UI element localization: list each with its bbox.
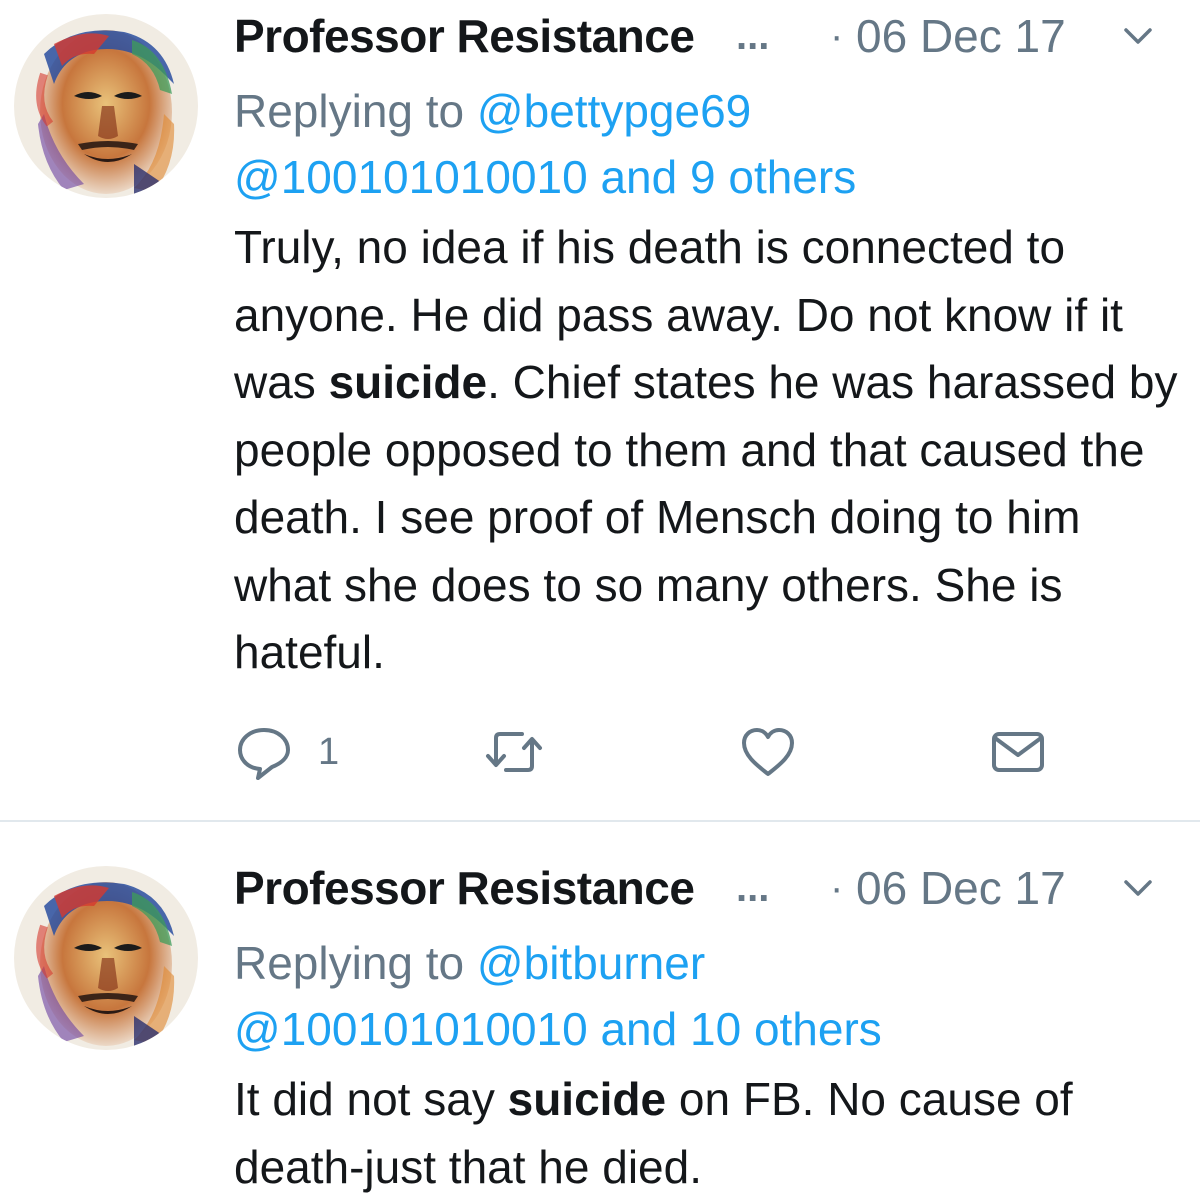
chevron-down-icon[interactable] <box>1122 876 1154 900</box>
name-truncation: ... <box>736 14 770 58</box>
retweet-icon <box>482 722 546 782</box>
mention-others-link[interactable]: @100101010010 and 10 others <box>234 1003 882 1055</box>
chevron-down-icon[interactable] <box>1122 24 1154 48</box>
name-truncation: ... <box>736 866 770 910</box>
reply-count: 1 <box>318 731 340 773</box>
direct-message-button[interactable] <box>988 722 1048 782</box>
tweet-text: It did not say suicide on FB. No cause o… <box>234 1066 1184 1200</box>
separator-dot: · <box>830 866 844 910</box>
envelope-icon <box>988 722 1048 782</box>
heart-icon <box>738 722 798 782</box>
like-button[interactable] <box>738 722 798 782</box>
replying-to-others: @100101010010 and 9 others <box>234 144 856 210</box>
tweet-header: Professor Resistance ... · 06 Dec 17 <box>234 8 1174 64</box>
tweet-text: Truly, no idea if his death is connected… <box>234 214 1184 687</box>
tweet[interactable]: Professor Resistance ... · 06 Dec 17 Rep… <box>0 0 1200 820</box>
author-name[interactable]: Professor Resistance <box>234 8 695 64</box>
tweet-date[interactable]: 06 Dec 17 <box>856 8 1066 64</box>
avatar[interactable] <box>14 866 198 1050</box>
replying-prefix: Replying to <box>234 85 465 137</box>
bold-text: suicide <box>328 356 488 408</box>
mention-link[interactable]: @bettypge69 <box>477 85 751 137</box>
reply-icon <box>234 722 294 782</box>
separator-dot: · <box>830 14 844 58</box>
tweet-date[interactable]: 06 Dec 17 <box>856 860 1066 916</box>
tweet-feed: Professor Resistance ... · 06 Dec 17 Rep… <box>0 0 1200 1200</box>
replying-to-others: @100101010010 and 10 others <box>234 996 882 1062</box>
reply-button[interactable]: 1 <box>234 722 339 782</box>
avatar[interactable] <box>14 14 198 198</box>
tweet[interactable]: Professor Resistance ... · 06 Dec 17 Rep… <box>0 822 1200 1200</box>
author-name[interactable]: Professor Resistance <box>234 860 695 916</box>
tweet-actions: 1 <box>234 722 1054 782</box>
mention-others-link[interactable]: @100101010010 and 9 others <box>234 151 856 203</box>
replying-to: Replying to @bitburner <box>234 930 705 996</box>
bold-text: suicide <box>507 1073 667 1125</box>
replying-to: Replying to @bettypge69 <box>234 78 751 144</box>
replying-prefix: Replying to <box>234 937 465 989</box>
retweet-button[interactable] <box>482 722 546 782</box>
text-segment: It did not say <box>234 1073 508 1125</box>
tweet-header: Professor Resistance ... · 06 Dec 17 <box>234 860 1174 916</box>
mention-link[interactable]: @bitburner <box>477 937 705 989</box>
